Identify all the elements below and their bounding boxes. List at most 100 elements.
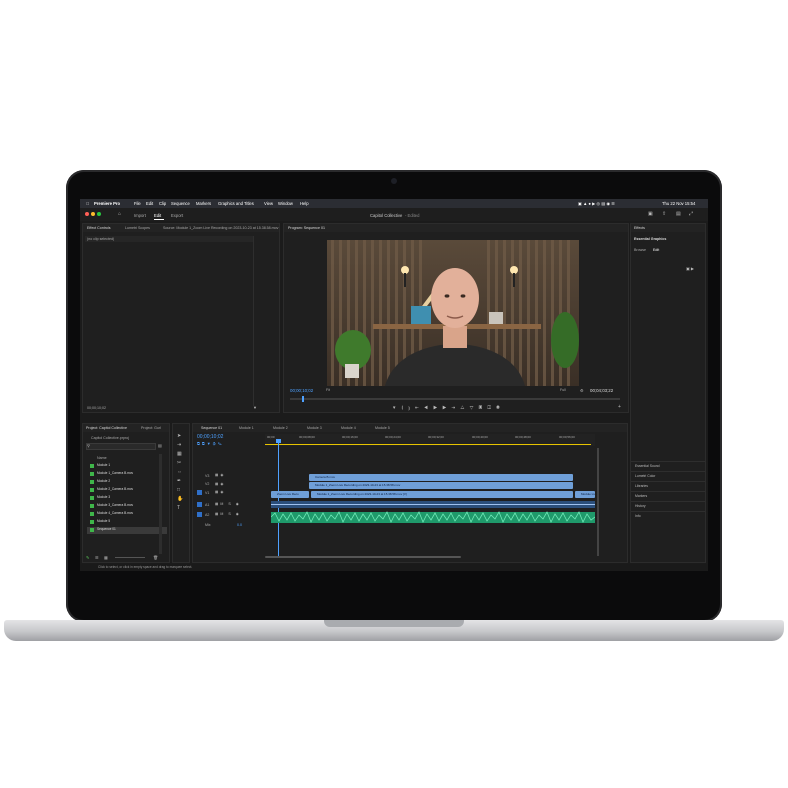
source-patch-a1[interactable] [197,502,202,507]
right-item-essential-sound[interactable]: Essential Sound [631,461,705,470]
tab-import[interactable]: Import [134,213,146,218]
menu-file[interactable]: File [134,201,141,206]
list-item-selected[interactable]: Sequence 01 [87,527,167,534]
tab-export[interactable]: Export [171,213,183,218]
lift-icon[interactable]: △ [460,405,466,410]
menu-view[interactable]: View [264,201,273,206]
app-menu[interactable]: Premiere Pro [94,201,120,206]
right-item-info[interactable]: Info [631,511,705,520]
track-v1[interactable]: V1 [205,491,209,495]
list-item[interactable]: Module 3_Camera B.mov [87,503,167,510]
tab-sequence-01[interactable]: Sequence 01 [201,426,222,430]
tab-module-4[interactable]: Module 4 [341,426,356,430]
mute-solo-icons[interactable]: ▦M S ◉ [215,512,241,517]
menu-edit[interactable]: Edit [146,201,153,206]
list-item[interactable]: Module 1_Camera B.mov [87,471,167,478]
right-item-markers[interactable]: Markers [631,491,705,500]
clip-v1-c[interactable]: Module Live [575,491,595,498]
tab-module-3[interactable]: Module 3 [307,426,322,430]
track-v3[interactable]: V3 [205,474,209,478]
right-item-libraries[interactable]: Libraries [631,481,705,490]
rectangle-icon[interactable]: □ [177,486,187,495]
work-area-bar[interactable] [265,444,591,445]
pencil-icon[interactable]: ✎ [86,555,89,560]
source-patch-v1[interactable] [197,490,202,495]
mute-solo-icons[interactable]: ▦M S ◉ [215,502,241,507]
tab-effect-controls[interactable]: Effect Controls [87,226,111,230]
effects-title[interactable]: Effects [634,226,645,230]
mark-in-icon[interactable]: ⦗ [402,405,405,410]
new-layer-icon[interactable]: ▣ ▶ [686,266,694,271]
quick-export-icon[interactable]: ▣ [648,212,653,217]
razor-icon[interactable]: ✂ [177,459,187,468]
play-icon[interactable]: ▶ [433,405,439,410]
clip-v2[interactable]: Module 1_Zoom Live Recording on 2023-10-… [309,482,573,489]
menu-markers[interactable]: Markers [196,201,211,206]
right-item-history[interactable]: History [631,501,705,510]
tab-module-5[interactable]: Module 5 [375,426,390,430]
workspaces-icon[interactable]: ▤ [676,212,681,217]
zoom-select[interactable]: Fit [326,388,330,392]
zoom-window-button[interactable] [97,212,101,216]
tab-edit[interactable]: Edit [154,213,161,218]
add-button-icon[interactable]: + [618,405,621,410]
vr-icon[interactable]: ◉ [496,405,502,410]
clip-v1-b[interactable]: Module 1_Zoom Live Recording on 2023-10-… [311,491,573,498]
pen-icon[interactable]: ✒ [177,477,187,486]
timeline-tools-icons[interactable]: ⧉⧉▼⚙✎ [197,441,224,446]
hand-icon[interactable]: ✋ [177,495,187,504]
zoom-slider[interactable] [115,557,145,558]
column-name[interactable]: Name [97,456,107,460]
project-scrollbar[interactable] [159,454,162,554]
right-item-lumetri-color[interactable]: Lumetri Color [631,471,705,480]
track-toggle-icons[interactable]: ▦◉ [215,473,226,478]
list-item[interactable]: Module 4_Camera B.mov [87,511,167,518]
menu-help[interactable]: Help [300,201,309,206]
list-item[interactable]: Module 3 [87,495,167,502]
track-toggle-icons[interactable]: ▦◉ [215,482,226,487]
share-icon[interactable]: ⇧ [662,212,666,217]
list-item[interactable]: Module 2_Camera B.mov [87,487,167,494]
tab-edit-graphics[interactable]: Edit [653,248,659,252]
extract-icon[interactable]: ▽ [469,405,475,410]
menu-sequence[interactable]: Sequence [171,201,190,206]
home-icon[interactable]: ⌂ [118,212,121,217]
track-select-icon[interactable]: ⇥ [177,441,187,450]
list-item[interactable]: Module 5 [87,519,167,526]
track-a1[interactable]: A1 [205,503,209,507]
playhead[interactable] [278,440,279,558]
close-window-button[interactable] [85,212,89,216]
export-frame-icon[interactable]: ▣ [479,405,485,410]
new-bin-icon[interactable]: ▤ [158,443,162,448]
menu-graphics[interactable]: Graphics and Titles [218,201,254,206]
compare-icon[interactable]: ◫ [487,405,493,410]
track-v2[interactable]: V2 [205,482,209,486]
minimize-window-button[interactable] [91,212,95,216]
list-item[interactable]: Module 2 [87,479,167,486]
program-title[interactable]: Program: Sequence 01 [288,226,325,230]
clip-v1-a[interactable]: Zoom Live Reco [271,491,309,498]
track-toggle-icons[interactable]: ▦◉ [215,490,226,495]
tab-lumetri-scopes[interactable]: Lumetri Scopes [125,226,150,230]
program-playhead[interactable] [302,396,304,402]
mix-value[interactable]: 0.0 [237,523,242,527]
fullscreen-icon[interactable]: ⤢ [689,212,693,217]
go-to-in-icon[interactable]: ⇤ [415,405,421,410]
slip-icon[interactable]: ⇔ [177,468,187,477]
tab-source[interactable]: Source: Module 1_Zoom Live Recording on … [163,226,278,230]
mark-out-icon[interactable]: ⦘ [408,405,411,410]
list-view-icon[interactable]: ☰ [95,555,99,560]
clip-v3[interactable]: Camera B.mov [309,474,573,481]
source-patch-a2[interactable] [197,512,202,517]
selection-tool-icon[interactable]: ➤ [177,432,187,441]
type-icon[interactable]: T [177,504,187,513]
icon-view-icon[interactable]: ▦ [104,555,108,560]
menu-window[interactable]: Window [278,201,293,206]
step-forward-icon[interactable]: ▶ [442,405,448,410]
filter-icon[interactable]: ▼ [253,405,257,410]
audio-tracks[interactable] [271,500,595,530]
project-search-input[interactable] [86,443,156,450]
step-back-icon[interactable]: ◀ [424,405,430,410]
timeline-h-scrollbar[interactable] [265,556,461,558]
settings-icon[interactable]: ⚙ [580,388,584,393]
